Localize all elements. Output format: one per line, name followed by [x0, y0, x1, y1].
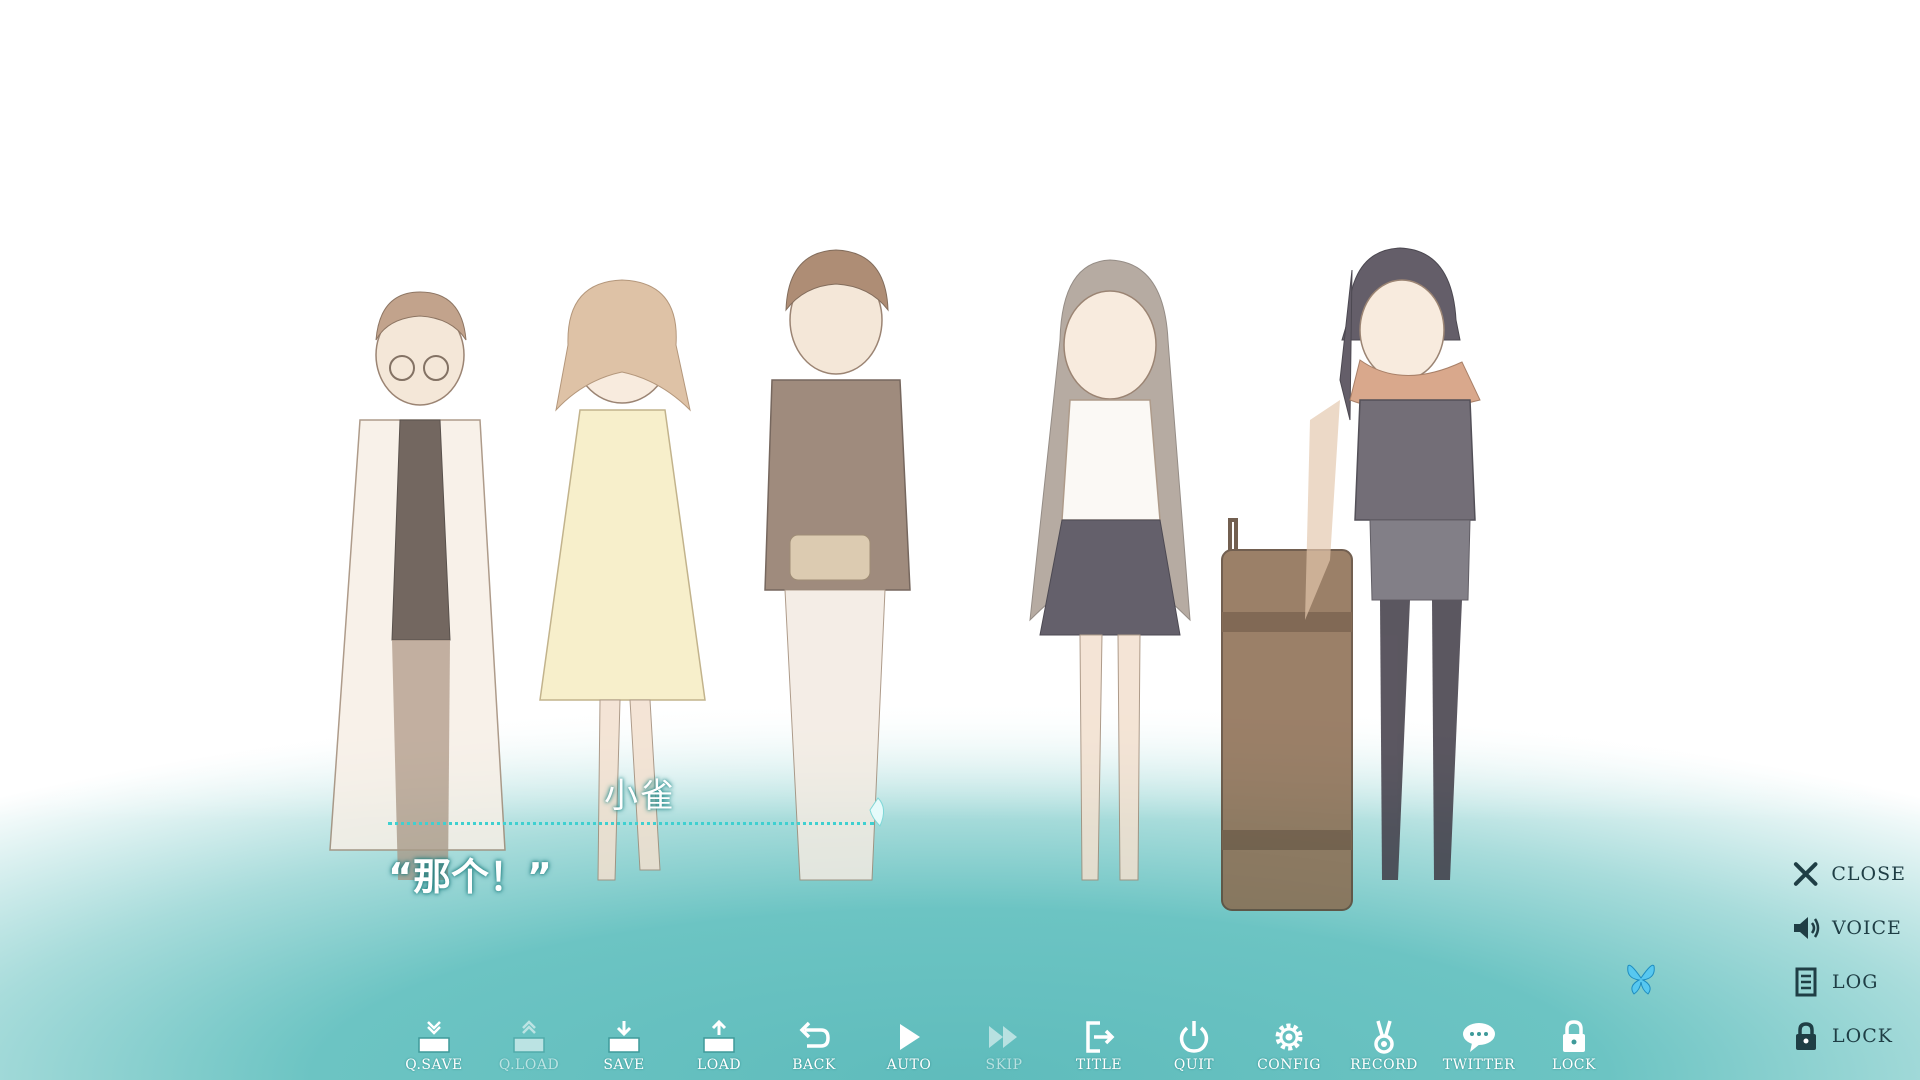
lock-side-button[interactable]: LOCK: [1790, 1020, 1906, 1052]
speaker-name: 小雀: [604, 776, 676, 816]
save-button[interactable]: SAVE: [586, 1018, 662, 1080]
quick-save-label: Q.SAVE: [405, 1057, 463, 1073]
medal-icon: [1374, 1020, 1394, 1054]
lock-icon: [1796, 1022, 1816, 1050]
voice-button[interactable]: VOICE: [1790, 912, 1906, 944]
save-label: SAVE: [603, 1057, 645, 1073]
dialogue-text[interactable]: “那个！”: [388, 846, 552, 901]
gear-icon: [1275, 1023, 1303, 1051]
save-icon: [608, 1021, 640, 1053]
quick-load-button[interactable]: Q.LOAD: [491, 1018, 567, 1080]
close-button[interactable]: CLOSE: [1790, 858, 1906, 890]
record-button[interactable]: RECORD: [1346, 1018, 1422, 1080]
speech-bubble-icon: [1463, 1023, 1495, 1052]
log-icon: [1795, 967, 1817, 997]
bottom-toolbar: Q.SAVE Q.LOAD SAVE LOAD BACK AUTO SKIP T…: [396, 1018, 1606, 1080]
lock-side-label: LOCK: [1832, 1025, 1893, 1047]
config-button[interactable]: CONFIG: [1251, 1018, 1327, 1080]
auto-play-icon: [900, 1024, 920, 1050]
name-divider: [388, 822, 874, 825]
load-button[interactable]: LOAD: [681, 1018, 757, 1080]
character-boy-glasses: [329, 291, 506, 880]
quit-button[interactable]: QUIT: [1156, 1018, 1232, 1080]
character-girl-long-hair: [1029, 259, 1191, 881]
quick-load-icon: [513, 1020, 545, 1053]
close-label: CLOSE: [1831, 863, 1906, 885]
log-button[interactable]: LOG: [1790, 966, 1906, 998]
log-label: LOG: [1832, 971, 1879, 993]
config-label: CONFIG: [1257, 1057, 1321, 1073]
title-label: TITLE: [1075, 1057, 1123, 1073]
voice-icon: [1794, 917, 1820, 939]
feather-icon: [869, 797, 884, 827]
quick-save-button[interactable]: Q.SAVE: [396, 1018, 472, 1080]
character-boy-hoodie: [764, 249, 911, 881]
game-scene[interactable]: 小雀 “那个！”: [0, 0, 1920, 1080]
close-icon: [1793, 862, 1818, 886]
back-button[interactable]: BACK: [776, 1018, 852, 1080]
auto-button[interactable]: AUTO: [871, 1018, 947, 1080]
power-icon: [1179, 1021, 1209, 1053]
lock-toolbar-button[interactable]: LOCK: [1536, 1018, 1612, 1080]
twitter-button[interactable]: TWITTER: [1441, 1018, 1517, 1080]
voice-label: VOICE: [1832, 917, 1902, 939]
lock-toolbar-label: LOCK: [1552, 1057, 1596, 1073]
back-icon: [799, 1021, 830, 1048]
quick-save-icon: [418, 1021, 450, 1053]
skip-button[interactable]: SKIP: [966, 1018, 1042, 1080]
suitcase-prop: [1221, 518, 1353, 911]
title-button[interactable]: TITLE: [1061, 1018, 1137, 1080]
butterfly-icon[interactable]: [1626, 960, 1656, 996]
character-sprites: [329, 247, 1481, 911]
skip-label: SKIP: [985, 1057, 1023, 1073]
back-label: BACK: [792, 1057, 836, 1073]
auto-label: AUTO: [886, 1057, 932, 1073]
quick-load-label: Q.LOAD: [498, 1057, 560, 1073]
lock-icon: [1563, 1020, 1585, 1052]
load-icon: [703, 1019, 735, 1053]
record-label: RECORD: [1350, 1057, 1418, 1073]
quit-label: QUIT: [1173, 1057, 1215, 1073]
title-icon: [1086, 1021, 1115, 1053]
load-label: LOAD: [696, 1057, 742, 1073]
twitter-label: TWITTER: [1442, 1057, 1516, 1073]
skip-icon: [989, 1026, 1017, 1048]
